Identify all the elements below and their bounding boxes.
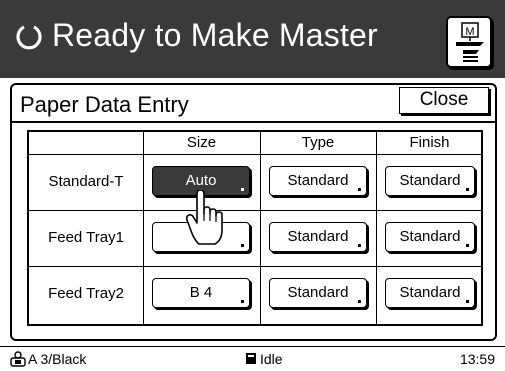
type-button-feed-tray1[interactable]: Standard xyxy=(269,222,367,252)
dot-icon xyxy=(466,244,469,247)
column-header-size: Size xyxy=(186,134,217,151)
finish-value: Standard xyxy=(399,172,461,189)
paper-tray-icon xyxy=(10,351,26,367)
size-button-feed-tray2[interactable]: B 4 xyxy=(152,278,250,308)
row-label-feed-tray2: Feed Tray2 xyxy=(48,285,124,302)
clock: 13:59 xyxy=(459,351,495,367)
type-value: Standard xyxy=(287,228,349,245)
paper-data-table: Size Type Finish Standard-T Auto Standar… xyxy=(27,130,483,326)
dot-icon xyxy=(358,188,361,191)
dot-icon xyxy=(358,300,361,303)
finish-value: Standard xyxy=(399,284,461,301)
close-button[interactable]: Close xyxy=(399,87,489,114)
finish-value: Standard xyxy=(399,228,461,245)
status-bar: A 3/Black Idle 13:59 xyxy=(0,346,505,371)
panel-divider xyxy=(12,121,495,123)
type-button-standard-t[interactable]: Standard xyxy=(269,166,367,196)
size-value: Auto xyxy=(185,172,217,189)
pointing-hand-icon xyxy=(185,190,223,245)
row-label-feed-tray1: Feed Tray1 xyxy=(48,229,124,246)
header-bar: Ready to Make Master M xyxy=(0,0,505,78)
paper-data-entry-panel: Paper Data Entry Close Size Type Finish … xyxy=(10,83,497,341)
dot-icon xyxy=(241,244,244,247)
column-divider xyxy=(143,132,144,324)
type-value: Standard xyxy=(287,284,349,301)
refresh-circle-icon xyxy=(16,25,42,50)
dot-icon xyxy=(241,300,244,303)
machine-state-text: Idle xyxy=(260,351,283,367)
svg-text:M: M xyxy=(465,26,474,38)
finish-button-feed-tray2[interactable]: Standard xyxy=(385,278,475,308)
dot-icon xyxy=(466,300,469,303)
dot-icon xyxy=(358,244,361,247)
master-making-icon: M xyxy=(456,22,484,62)
type-value: Standard xyxy=(287,172,349,189)
paper-info-text: A 3/Black xyxy=(28,351,87,367)
column-divider xyxy=(376,132,377,324)
idle-icon xyxy=(246,353,256,364)
row-label-standard-t: Standard-T xyxy=(48,173,124,190)
column-header-type: Type xyxy=(301,134,335,151)
status-title: Ready to Make Master xyxy=(52,17,378,53)
column-header-finish: Finish xyxy=(409,134,450,151)
type-button-feed-tray2[interactable]: Standard xyxy=(269,278,367,308)
dot-icon xyxy=(466,188,469,191)
finish-button-feed-tray1[interactable]: Standard xyxy=(385,222,475,252)
size-value: B 4 xyxy=(189,284,213,301)
finish-button-standard-t[interactable]: Standard xyxy=(385,166,475,196)
dot-icon xyxy=(241,188,244,191)
master-making-button[interactable]: M xyxy=(446,16,492,68)
panel-title: Paper Data Entry xyxy=(20,92,189,117)
column-divider xyxy=(260,132,261,324)
